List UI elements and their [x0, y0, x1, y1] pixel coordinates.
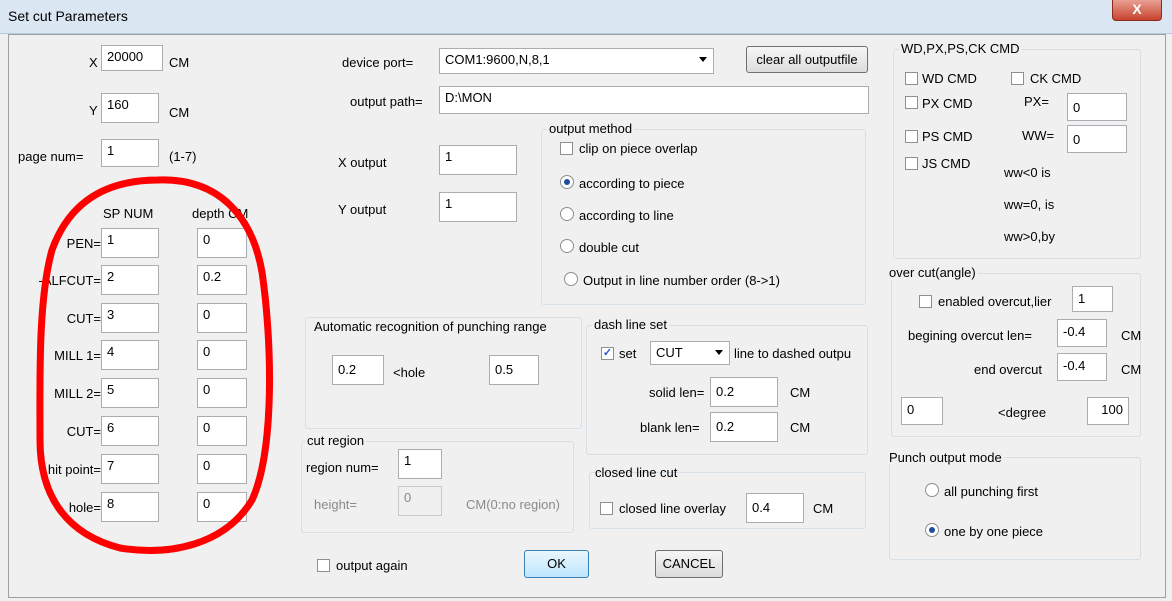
dialog-window: Set cut Parameters X X 20000 CM Y 160 CM… [0, 0, 1172, 601]
annotation-overlay [36, 176, 274, 554]
red-circle-annotation [36, 176, 274, 554]
